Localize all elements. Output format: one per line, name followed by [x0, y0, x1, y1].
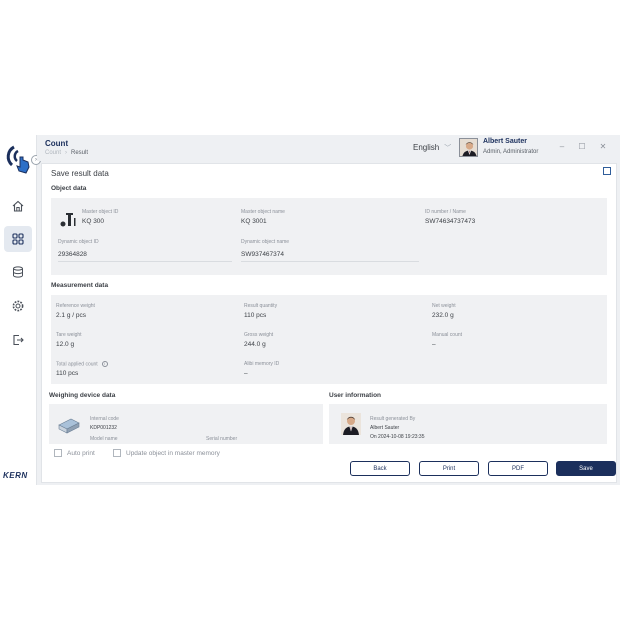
manual-count-label: Manual count: [432, 332, 463, 338]
gross-weight-label: Gross weight: [244, 332, 274, 338]
user-information-heading: User information: [329, 392, 382, 399]
grid-icon: [12, 233, 24, 245]
app-logo-icon: [6, 143, 32, 175]
breadcrumb: Count › Result: [45, 150, 88, 156]
object-data-heading: Object data: [51, 185, 87, 192]
save-button[interactable]: Save: [556, 461, 616, 476]
user-role: Admin, Administrator: [483, 149, 539, 155]
dynamic-object-name-label: Dynamic object name: [241, 239, 290, 245]
total-applied-count-value: 110 pcs: [56, 370, 79, 377]
info-icon[interactable]: i: [101, 361, 108, 367]
generated-by-value: Albert Sauter: [370, 425, 400, 431]
sidebar-item-logout[interactable]: [4, 327, 32, 353]
close-icon[interactable]: ✕: [598, 142, 608, 151]
auto-print-checkbox[interactable]: [54, 449, 62, 457]
sidebar: › KERN: [0, 135, 41, 485]
maximize-icon[interactable]: ☐: [577, 142, 587, 151]
database-icon: [13, 266, 23, 278]
master-object-name-label: Master object name: [241, 209, 285, 215]
master-object-name-value: KQ 3001: [241, 218, 267, 225]
result-quantity-value: 110 pcs: [244, 312, 267, 319]
tare-weight-label: Tare weight: [56, 332, 82, 338]
measurement-data-heading: Measurement data: [51, 282, 109, 289]
manual-count-value: –: [432, 341, 436, 348]
sidebar-item-settings[interactable]: [4, 293, 32, 319]
internal-code-value: KDP001232: [90, 425, 117, 431]
app-window: › KERN Count Count › Result English ﹀ Al…: [0, 135, 620, 485]
gear-icon: [12, 300, 24, 312]
object-data-panel: Master object ID KQ 300 Master object na…: [51, 198, 607, 275]
chevron-down-icon: ﹀: [444, 145, 452, 152]
auto-print-label: Auto print: [67, 450, 95, 457]
result-quantity-label: Result quantity: [244, 303, 278, 309]
generated-on-value: On 2024-10-08 19:23:35: [370, 434, 425, 440]
alibi-memory-id-value: –: [244, 370, 248, 377]
weighing-device-heading: Weighing device data: [49, 392, 116, 399]
model-name-label: Model name: [90, 436, 118, 442]
total-applied-count-label: Total applied count i: [56, 361, 108, 367]
internal-code-label: Internal code: [90, 416, 119, 422]
language-label: English: [413, 143, 440, 152]
weight-object-icon: [59, 210, 77, 228]
reference-weight-label: Reference weight: [56, 303, 95, 309]
minimize-icon[interactable]: –: [557, 142, 567, 151]
net-weight-label: Net weight: [432, 303, 456, 309]
dynamic-object-id-field[interactable]: 29364828: [58, 251, 87, 258]
pdf-button[interactable]: PDF: [488, 461, 548, 476]
dynamic-object-id-underline: [58, 261, 232, 262]
total-applied-count-label-text: Total applied count: [56, 361, 98, 368]
breadcrumb-separator-icon: ›: [65, 150, 68, 156]
master-object-id-value: KQ 300: [82, 218, 105, 225]
tare-weight-value: 12.0 g: [56, 341, 75, 348]
save-result-dialog: Save result data Object data Master obje…: [41, 163, 617, 483]
dialog-title: Save result data: [51, 169, 109, 178]
language-selector[interactable]: English ﹀: [413, 143, 451, 153]
back-button[interactable]: Back: [350, 461, 410, 476]
dynamic-object-name-underline: [241, 261, 419, 262]
sidebar-item-home[interactable]: [4, 193, 32, 219]
sidebar-item-dashboard[interactable]: [4, 226, 32, 252]
update-object-checkbox[interactable]: [113, 449, 121, 457]
user-information-panel: Result generated By Albert Sauter On 202…: [329, 404, 607, 444]
net-weight-value: 232.0 g: [432, 312, 454, 319]
kern-brand-logo: KERN: [3, 471, 28, 480]
weighing-device-panel: Internal code KDP001232 Model name Seria…: [49, 404, 323, 444]
user-name: Albert Sauter: [483, 138, 527, 145]
dynamic-object-id-label: Dynamic object ID: [58, 239, 99, 245]
home-icon: [12, 200, 24, 212]
page-title: Count: [45, 139, 69, 148]
breadcrumb-item-count[interactable]: Count: [45, 150, 61, 156]
sidebar-item-database[interactable]: [4, 259, 32, 285]
generated-by-avatar: [341, 413, 361, 435]
gross-weight-value: 244.0 g: [244, 341, 266, 348]
breadcrumb-item-result: Result: [71, 150, 89, 156]
user-avatar[interactable]: [459, 138, 478, 157]
measurement-data-panel: Reference weight 2.1 g / pcs Result quan…: [51, 295, 607, 384]
header: Count Count › Result English ﹀ Albert Saute…: [37, 135, 620, 161]
print-button[interactable]: Print: [419, 461, 479, 476]
update-object-label: Update object in master memory: [126, 450, 220, 457]
expand-icon[interactable]: [603, 167, 611, 175]
serial-number-label: Serial number: [206, 436, 238, 442]
generated-by-label: Result generated By: [370, 416, 416, 422]
logout-icon: [13, 334, 24, 346]
alibi-memory-id-label: Alibi memory ID: [244, 361, 280, 367]
master-object-id-label: Master object ID: [82, 209, 119, 215]
reference-weight-value: 2.1 g / pcs: [56, 312, 86, 319]
id-number-value: SW74634737473: [425, 218, 476, 225]
scale-device-icon: [57, 413, 81, 437]
dynamic-object-name-field[interactable]: SW937467374: [241, 251, 284, 258]
id-number-label: ID number / Name: [425, 209, 466, 215]
